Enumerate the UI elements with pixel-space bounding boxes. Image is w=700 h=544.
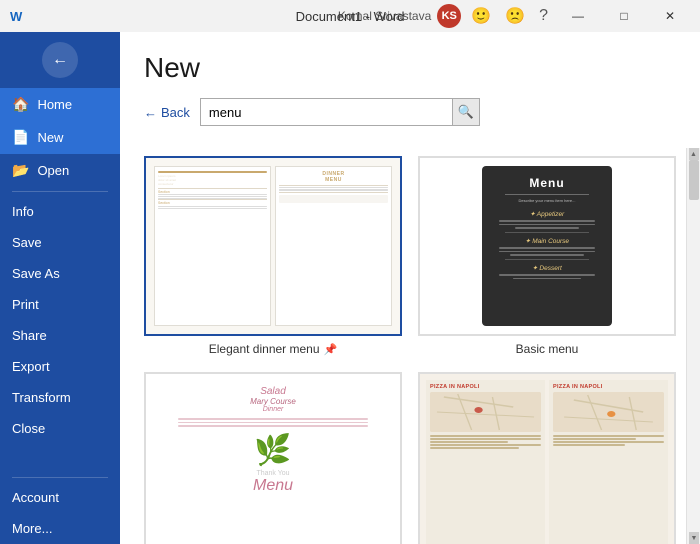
sidebar: ← 🏠 Home 📄 New 📂 Open Info Save Save As …: [0, 32, 120, 544]
pin-icon: 📌: [324, 343, 338, 356]
scrollbar-thumb[interactable]: [689, 160, 699, 200]
pizza-page1-title: PIZZA IN NAPOLI: [430, 384, 541, 390]
scrollbar-track[interactable]: ▲ ▼: [686, 148, 700, 544]
share-label: Share: [12, 328, 47, 343]
help-button[interactable]: ?: [535, 5, 552, 27]
sidebar-new-label: New: [37, 130, 63, 145]
transform-label: Transform: [12, 390, 71, 405]
sidebar-item-info[interactable]: Info: [0, 196, 120, 227]
open-icon: 📂: [12, 162, 29, 179]
search-button[interactable]: 🔍: [452, 98, 480, 126]
home-icon: 🏠: [12, 96, 29, 113]
pizza-page2-title: PIZZA IN NAPOLI: [553, 384, 664, 390]
save-as-label: Save As: [12, 266, 60, 281]
sidebar-item-save-as[interactable]: Save As: [0, 258, 120, 289]
dessert-section: ✦ Dessert: [532, 264, 562, 272]
export-label: Export: [12, 359, 50, 374]
info-label: Info: [12, 204, 34, 219]
title-bar: W Document1 - Word Komal Srivastava KS 🙂…: [0, 0, 700, 32]
sidebar-divider-bottom: [12, 477, 108, 478]
scroll-up-button[interactable]: ▲: [689, 148, 699, 160]
template-item-basic-menu[interactable]: Menu Describe your menu item here... ✦ A…: [418, 156, 676, 356]
sidebar-item-save[interactable]: Save: [0, 227, 120, 258]
sidebar-open-label: Open: [37, 163, 69, 178]
template-label-elegant-dinner: Elegant dinner menu 📌: [209, 342, 337, 356]
basic-menu-title-text: Menu: [529, 176, 564, 190]
template-thumb-elegant-dinner[interactable]: Lorem ipsumdolor sit ametconsectetur Sec…: [144, 156, 402, 336]
appetizer-section: ✦ Appetizer: [530, 210, 564, 218]
template-item-elegant-dinner[interactable]: Lorem ipsumdolor sit ametconsectetur Sec…: [144, 156, 402, 356]
scroll-down-button[interactable]: ▼: [689, 532, 699, 544]
back-arrow-icon: ←: [144, 105, 157, 120]
template-item-dinner-party[interactable]: Salad Mary Course Dinner 🌿 Thank You Men…: [144, 372, 402, 544]
search-input[interactable]: [200, 98, 480, 126]
sidebar-home-label: Home: [37, 97, 72, 112]
sidebar-bottom: Account More...: [0, 473, 120, 544]
template-thumb-basic-menu[interactable]: Menu Describe your menu item here... ✦ A…: [418, 156, 676, 336]
close-label: Close: [12, 421, 45, 436]
page-title: New: [144, 52, 676, 84]
templates-scroll[interactable]: Lorem ipsumdolor sit ametconsectetur Sec…: [120, 148, 700, 544]
back-link[interactable]: ← Back: [144, 105, 190, 120]
search-icon: 🔍: [458, 104, 474, 120]
titlebar-left: W: [10, 9, 22, 24]
sidebar-item-close[interactable]: Close: [0, 413, 120, 444]
user-avatar[interactable]: KS: [437, 4, 461, 28]
minimize-button[interactable]: —: [558, 0, 598, 32]
sidebar-item-account[interactable]: Account: [0, 482, 120, 513]
template-label-basic-menu: Basic menu: [516, 342, 579, 356]
sidebar-divider-top: [12, 191, 108, 192]
content-header: New ← Back 🔍: [120, 32, 700, 148]
content-area: New ← Back 🔍: [120, 32, 700, 544]
close-button[interactable]: ✕: [650, 0, 690, 32]
sidebar-item-share[interactable]: Share: [0, 320, 120, 351]
search-input-wrap: 🔍: [200, 98, 480, 126]
more-label: More...: [12, 521, 52, 536]
sidebar-item-print[interactable]: Print: [0, 289, 120, 320]
sidebar-item-open[interactable]: 📂 Open: [0, 154, 120, 187]
new-icon: 📄: [12, 129, 29, 146]
back-link-label: Back: [161, 105, 190, 120]
main-layout: ← 🏠 Home 📄 New 📂 Open Info Save Save As …: [0, 32, 700, 544]
sidebar-item-home[interactable]: 🏠 Home: [0, 88, 120, 121]
templates-grid: Lorem ipsumdolor sit ametconsectetur Sec…: [144, 156, 676, 544]
sidebar-item-more[interactable]: More...: [0, 513, 120, 544]
sidebar-back-button[interactable]: ←: [42, 42, 78, 78]
sidebar-item-transform[interactable]: Transform: [0, 382, 120, 413]
titlebar-title: Document1 - Word: [296, 9, 405, 24]
main-course-section: ✦ Main Course: [525, 237, 569, 245]
maximize-button[interactable]: □: [604, 0, 644, 32]
search-bar: ← Back 🔍: [144, 98, 676, 126]
print-label: Print: [12, 297, 39, 312]
sidebar-item-new[interactable]: 📄 New: [0, 121, 120, 154]
sidebar-item-export[interactable]: Export: [0, 351, 120, 382]
emoji-happy-icon[interactable]: 🙂: [467, 4, 495, 28]
word-logo-icon: W: [10, 9, 22, 24]
template-item-pizza-menu[interactable]: PIZZA IN NAPOLI: [418, 372, 676, 544]
emoji-sad-icon[interactable]: 🙁: [501, 4, 529, 28]
template-thumb-dinner-party[interactable]: Salad Mary Course Dinner 🌿 Thank You Men…: [144, 372, 402, 544]
template-thumb-pizza-menu[interactable]: PIZZA IN NAPOLI: [418, 372, 676, 544]
back-arrow-icon: ←: [52, 51, 68, 69]
save-label: Save: [12, 235, 42, 250]
account-label: Account: [12, 490, 59, 505]
